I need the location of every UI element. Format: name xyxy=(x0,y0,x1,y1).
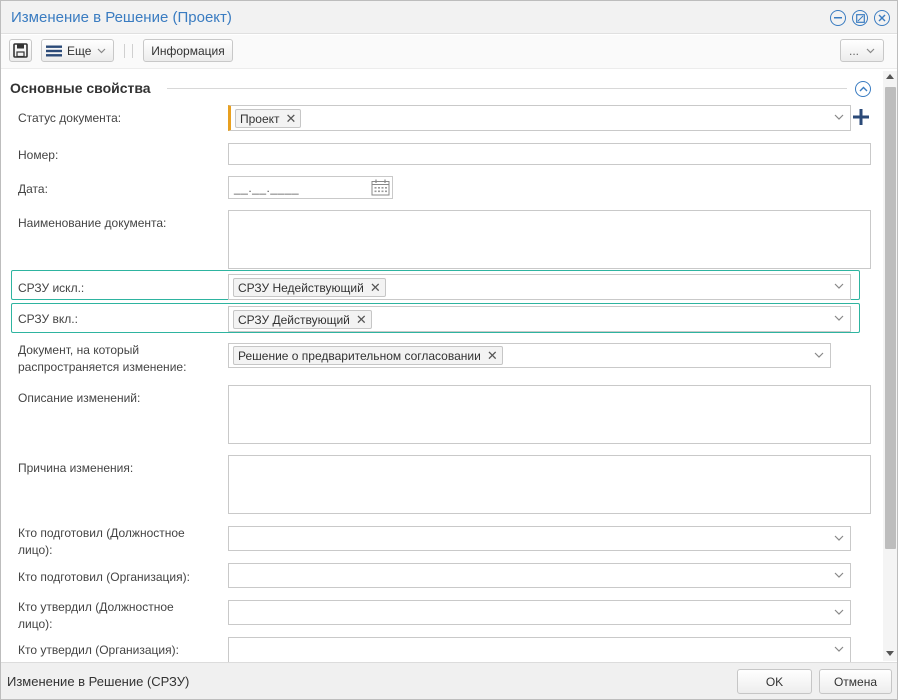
prepared-person-label-line2: лицо): xyxy=(18,543,53,557)
info-button-label: Информация xyxy=(151,43,225,58)
footer-status-text: Изменение в Решение (СРЗУ) xyxy=(7,674,190,689)
chevron-down-icon xyxy=(834,315,844,321)
more-menu-button[interactable]: Еще xyxy=(41,39,114,62)
target-doc-tag-label: Решение о предварительном согласовании xyxy=(238,348,481,363)
chevron-down-icon xyxy=(834,609,844,615)
chevron-down-icon xyxy=(834,283,844,289)
chevron-down-icon xyxy=(834,535,844,541)
number-label: Номер: xyxy=(18,148,59,162)
target-doc-label: Документ, на который распространяется из… xyxy=(18,342,186,376)
toolbar: Еще Информация ... xyxy=(1,35,897,69)
target-doc-label-line2: распространяется изменение: xyxy=(18,360,187,374)
remove-tag-icon[interactable]: ✕ xyxy=(487,349,498,362)
footer-bar: Изменение в Решение (СРЗУ) OK Отмена xyxy=(1,662,897,699)
chevron-down-icon xyxy=(834,646,844,652)
scrollbar-thumb[interactable] xyxy=(885,87,896,549)
collapse-section-button[interactable] xyxy=(855,81,871,97)
scroll-down-icon[interactable] xyxy=(886,651,894,656)
number-input[interactable] xyxy=(228,143,871,165)
change-reason-label: Причина изменения: xyxy=(18,461,134,475)
target-doc-select[interactable]: Решение о предварительном согласовании ✕ xyxy=(228,343,831,368)
change-desc-label: Описание изменений: xyxy=(18,391,141,405)
approved-person-select[interactable] xyxy=(228,600,851,625)
prepared-person-select[interactable] xyxy=(228,526,851,551)
dialog-window: Изменение в Решение (Проект) Еще Информа… xyxy=(0,0,898,700)
srzu-excl-label: СРЗУ искл.: xyxy=(18,281,85,295)
more-menu-label: Еще xyxy=(67,43,92,58)
window-title: Изменение в Решение (Проект) xyxy=(11,9,232,26)
approved-person-label: Кто утвердил (Должностное лицо): xyxy=(18,599,174,633)
overflow-label: ... xyxy=(848,43,859,58)
status-select[interactable]: Проект ✕ xyxy=(228,105,851,131)
remove-tag-icon[interactable]: ✕ xyxy=(356,313,367,326)
prepared-person-label-line1: Кто подготовил (Должностное xyxy=(18,526,185,540)
change-reason-textarea[interactable] xyxy=(228,455,871,514)
approved-person-label-line2: лицо): xyxy=(18,617,53,631)
approved-org-select[interactable] xyxy=(228,637,851,662)
srzu-incl-select[interactable]: СРЗУ Действующий ✕ xyxy=(228,306,851,332)
overflow-menu-button[interactable]: ... xyxy=(840,39,884,62)
ok-button-label: OK xyxy=(765,674,784,689)
minimize-icon[interactable] xyxy=(830,10,846,26)
title-bar: Изменение в Решение (Проект) xyxy=(1,1,897,34)
srzu-excl-tag: СРЗУ Недействующий ✕ xyxy=(233,278,386,297)
prepared-person-label: Кто подготовил (Должностное лицо): xyxy=(18,525,185,559)
target-doc-tag: Решение о предварительном согласовании ✕ xyxy=(233,346,503,365)
chevron-down-icon xyxy=(814,352,824,358)
info-button[interactable]: Информация xyxy=(143,39,233,62)
remove-tag-icon[interactable]: ✕ xyxy=(286,112,297,125)
scroll-up-icon[interactable] xyxy=(886,74,894,79)
prepared-org-select[interactable] xyxy=(228,563,851,588)
status-tag-label: Проект xyxy=(240,111,280,126)
date-input[interactable]: __.__.____ xyxy=(228,176,393,199)
date-value: __.__.____ xyxy=(234,181,300,195)
ok-button[interactable]: OK xyxy=(737,669,812,694)
section-title: Основные свойства xyxy=(10,80,151,96)
remove-tag-icon[interactable]: ✕ xyxy=(370,281,381,294)
srzu-excl-select[interactable]: СРЗУ Недействующий ✕ xyxy=(228,274,851,300)
section-divider xyxy=(167,88,847,89)
cancel-button-label: Отмена xyxy=(833,674,878,689)
prepared-org-label: Кто подготовил (Организация): xyxy=(18,570,190,584)
chevron-down-icon xyxy=(866,48,875,53)
chevron-down-icon xyxy=(97,48,106,53)
target-doc-label-line1: Документ, на который xyxy=(18,343,140,357)
chevron-down-icon xyxy=(834,114,844,120)
add-icon[interactable] xyxy=(853,109,869,125)
toolbar-divider xyxy=(124,44,125,58)
close-icon[interactable] xyxy=(874,10,890,26)
srzu-excl-tag-label: СРЗУ Недействующий xyxy=(238,280,364,295)
change-desc-textarea[interactable] xyxy=(228,385,871,444)
srzu-incl-label: СРЗУ вкл.: xyxy=(18,312,78,326)
chevron-up-icon xyxy=(859,86,867,92)
restore-icon[interactable] xyxy=(852,10,868,26)
cancel-button[interactable]: Отмена xyxy=(819,669,892,694)
doc-name-textarea[interactable] xyxy=(228,210,871,269)
approved-org-label: Кто утвердил (Организация): xyxy=(18,643,179,657)
srzu-incl-tag: СРЗУ Действующий ✕ xyxy=(233,310,372,329)
save-button[interactable] xyxy=(9,39,32,62)
approved-person-label-line1: Кто утвердил (Должностное xyxy=(18,600,174,614)
date-label: Дата: xyxy=(18,182,48,196)
toolbar-divider xyxy=(132,44,133,58)
doc-name-label: Наименование документа: xyxy=(18,216,167,230)
save-icon xyxy=(13,43,28,58)
chevron-down-icon xyxy=(834,572,844,578)
calendar-icon[interactable] xyxy=(371,179,390,196)
srzu-incl-tag-label: СРЗУ Действующий xyxy=(238,312,350,327)
hamburger-icon xyxy=(46,45,62,56)
status-tag: Проект ✕ xyxy=(235,109,302,128)
status-label: Статус документа: xyxy=(18,111,122,125)
